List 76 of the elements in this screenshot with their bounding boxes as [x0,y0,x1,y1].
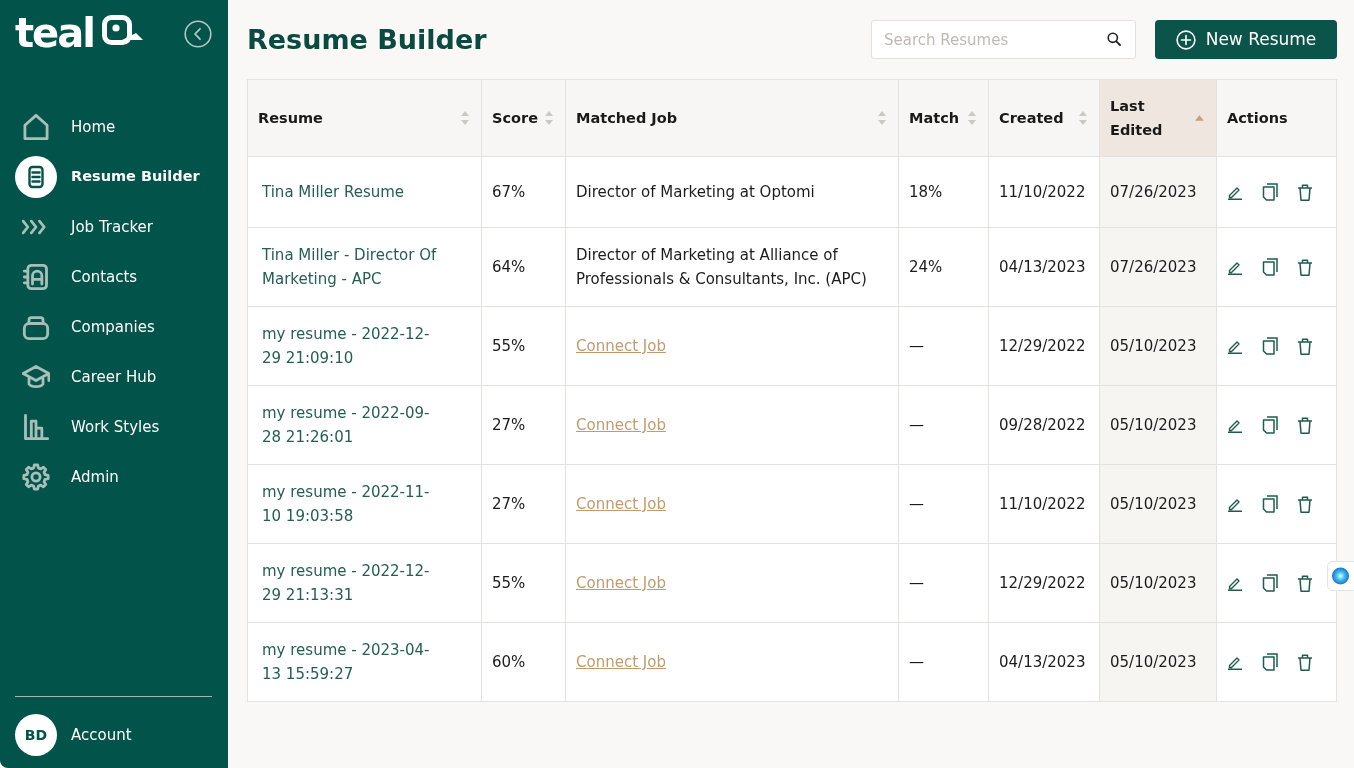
table-cell: 27% [481,464,566,544]
settings-icon [22,463,50,491]
table-cell: Director of Marketing at Alliance of Professionals & Consultants, Inc. (APC) [565,227,899,307]
document-icon [15,156,57,198]
floating-orb-icon[interactable] [1327,561,1354,591]
logo-icon [101,15,144,47]
trash-icon[interactable] [1297,416,1313,434]
nav-item[interactable]: Work Styles [0,402,228,452]
contact-card-icon [22,263,50,291]
table-cell: 27% [481,385,566,465]
table-cell: 60% [481,622,566,702]
trash-icon[interactable] [1297,574,1313,592]
search-field[interactable]: Search Resumes [871,20,1136,59]
copy-icon[interactable] [1262,258,1278,276]
trash-icon[interactable] [1297,258,1313,276]
copy-icon[interactable] [1262,183,1278,201]
nav-item[interactable]: Home [0,102,228,152]
table-cell: — [898,464,989,544]
account-link[interactable]: Account [71,723,132,747]
nav-item[interactable]: Contacts [0,252,228,302]
table-cell: 05/10/2023 [1099,306,1217,386]
trash-icon[interactable] [1297,183,1313,201]
table-cell: Director of Marketing at Optomi [565,156,899,228]
copy-icon[interactable] [1262,337,1278,355]
table-cell: 64% [481,227,566,307]
table-cell: 11/10/2022 [988,464,1100,544]
column-header[interactable]: Matched Job [576,106,678,130]
chevron-left-icon[interactable] [184,20,212,48]
trash-icon[interactable] [1297,337,1313,355]
copy-icon[interactable] [1262,416,1278,434]
table-cell: 05/10/2023 [1099,543,1217,623]
nav-item[interactable]: Career Hub [0,352,228,402]
table-cell: 67% [481,156,566,228]
table-cell: 11/10/2022 [988,156,1100,228]
bar-chart-icon [22,413,50,441]
column-header[interactable]: Match [909,106,960,130]
column-header[interactable]: Created [999,106,1064,130]
table-cell: 12/29/2022 [988,306,1100,386]
trash-icon[interactable] [1297,653,1313,671]
nav-item[interactable]: Job Tracker [0,202,228,252]
table-cell: 05/10/2023 [1099,464,1217,544]
trash-icon[interactable] [1297,495,1313,513]
copy-icon[interactable] [1262,653,1278,671]
new-resume-button[interactable]: New Resume [1155,20,1337,59]
table-cell: — [898,543,989,623]
table-cell: 05/10/2023 [1099,385,1217,465]
column-header[interactable]: Score [492,106,538,130]
page-title: Resume Builder [247,23,487,57]
search-icon[interactable] [1107,32,1121,46]
table-cell: 55% [481,543,566,623]
column-header[interactable]: Resume [258,106,323,130]
copy-icon[interactable] [1262,574,1278,592]
house-icon [22,113,50,141]
nav-item[interactable]: Admin [0,452,228,502]
briefcase-icon [22,313,50,341]
table-cell: 12/29/2022 [988,543,1100,623]
table-cell: 04/13/2023 [988,622,1100,702]
table-cell: 07/26/2023 [1099,227,1217,307]
table-cell: — [898,622,989,702]
table-cell: 07/26/2023 [1099,156,1217,228]
table-cell: 04/13/2023 [988,227,1100,307]
nav-item[interactable]: Resume Builder [0,152,228,202]
graduation-cap-icon [22,363,50,391]
table-cell: 09/28/2022 [988,385,1100,465]
copy-icon[interactable] [1262,495,1278,513]
table-cell: 18% [898,156,989,228]
logo-text: teal [15,15,94,51]
nav-item[interactable]: Companies [0,302,228,352]
table-cell: — [898,385,989,465]
table-cell: 05/10/2023 [1099,622,1217,702]
column-header: Actions [1227,109,1288,128]
table-cell: 55% [481,306,566,386]
table-cell: 24% [898,227,989,307]
table-cell: — [898,306,989,386]
avatar-initials[interactable]: BD [15,714,57,756]
plus-circle-icon [1175,29,1196,50]
